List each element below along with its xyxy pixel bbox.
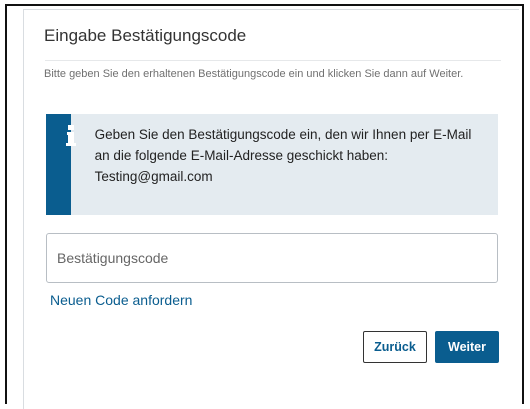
dialog-description: Bitte geben Sie den erhaltenen Bestätigu… <box>44 68 464 80</box>
info-text: Geben Sie den Bestätigungscode ein, den … <box>94 127 472 184</box>
verification-code-input[interactable] <box>46 233 498 283</box>
info-notice: Geben Sie den Bestätigungscode ein, den … <box>46 114 498 215</box>
info-icon <box>66 125 76 146</box>
next-button[interactable]: Weiter <box>435 331 499 363</box>
info-strip <box>46 114 76 215</box>
back-button[interactable]: Zurück <box>363 331 427 363</box>
request-new-code-link[interactable]: Neuen Code anfordern <box>50 292 192 308</box>
dialog-title: Eingabe Bestätigungscode <box>44 26 247 45</box>
title-divider <box>45 60 501 61</box>
